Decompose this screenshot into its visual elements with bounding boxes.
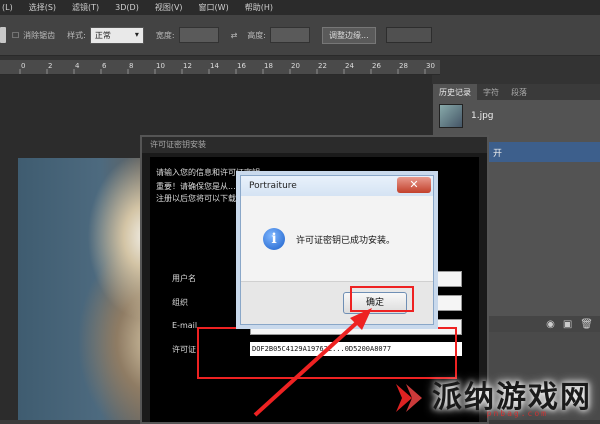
width-option[interactable]: 宽度: xyxy=(156,27,219,43)
history-snapshot[interactable]: 1.jpg xyxy=(433,100,600,132)
ruler-tick-label: 2 xyxy=(48,62,52,70)
camera-icon[interactable]: ◉ xyxy=(546,319,555,330)
ok-highlight-box xyxy=(350,286,414,312)
tab-history[interactable]: 历史记录 xyxy=(433,84,477,100)
style-option[interactable]: 样式: 正常 ▾ xyxy=(67,26,144,44)
watermark-domain: pnbag.com xyxy=(486,409,548,418)
ruler-tick-label: 28 xyxy=(399,62,408,70)
ruler-tick-label: 20 xyxy=(291,62,300,70)
height-option[interactable]: 高度: xyxy=(247,27,310,43)
antialias-option[interactable]: ☐ 消除锯齿 xyxy=(12,30,55,41)
new-doc-icon[interactable]: ▣ xyxy=(563,319,572,330)
ruler-tick-label: 4 xyxy=(75,62,80,70)
horizontal-ruler: 0 2 4 6 8 10 12 14 16 18 20 22 24 26 28 30 xyxy=(0,60,440,75)
trash-icon[interactable]: 🗑 xyxy=(580,319,593,330)
license-label: 许可证 xyxy=(172,345,196,354)
ruler-tick-label: 18 xyxy=(264,62,273,70)
ruler-tick-label: 16 xyxy=(237,62,246,70)
chevron-down-icon: ▾ xyxy=(134,29,139,39)
tab-paragraph[interactable]: 段落 xyxy=(505,84,533,100)
menu-item[interactable]: 选择(S) xyxy=(29,2,56,13)
close-button[interactable]: ✕ xyxy=(397,177,431,193)
height-field[interactable] xyxy=(269,27,310,43)
tool-preset-swatch[interactable] xyxy=(0,27,6,43)
info-icon: i xyxy=(263,228,285,250)
menu-item[interactable]: (L) xyxy=(2,3,13,12)
ruler-tick-label: 6 xyxy=(102,62,107,70)
menu-item[interactable]: 滤镜(T) xyxy=(72,2,99,13)
license-dialog-title: 许可证密钥安装 xyxy=(142,137,487,153)
workspace-select[interactable] xyxy=(385,27,432,43)
ruler-tick-label: 0 xyxy=(21,62,25,70)
email-label: E-mail xyxy=(172,321,198,330)
panel-tabs: 历史记录 字符 段落 xyxy=(433,84,600,100)
site-watermark: 派纳游戏网 pnbag.com xyxy=(390,380,592,418)
ruler-tick-label: 8 xyxy=(129,62,133,70)
menu-item[interactable]: 帮助(H) xyxy=(245,2,273,13)
snapshot-thumbnail xyxy=(439,104,463,128)
ruler-tick-label: 26 xyxy=(372,62,381,70)
username-label: 用户名 xyxy=(172,274,196,283)
menu-bar: (L) 选择(S) 滤镜(T) 3D(D) 视图(V) 窗口(W) 帮助(H) xyxy=(0,0,600,15)
menu-item[interactable]: 3D(D) xyxy=(115,3,139,12)
tab-character[interactable]: 字符 xyxy=(477,84,505,100)
ruler-tick-label: 22 xyxy=(318,62,327,70)
organization-label: 组织 xyxy=(172,298,188,307)
menu-item[interactable]: 视图(V) xyxy=(155,2,183,13)
ruler-tick-label: 10 xyxy=(156,62,165,70)
ruler-tick-label: 30 xyxy=(426,62,435,70)
intro-text-2: 重要！请确保您是从... xyxy=(156,182,236,191)
watermark-logo-icon xyxy=(396,384,422,412)
menu-item[interactable]: 窗口(W) xyxy=(199,2,229,13)
ruler-tick-label: 12 xyxy=(183,62,192,70)
width-field[interactable] xyxy=(178,27,219,43)
intro-text-3: 注册以后您将可以下载... xyxy=(156,194,244,203)
ruler-tick-label: 24 xyxy=(345,62,354,70)
swap-icon[interactable]: ⇄ xyxy=(231,31,238,40)
ruler-tick-label: 14 xyxy=(210,62,219,70)
license-highlight-box xyxy=(197,327,457,379)
options-bar: ☐ 消除锯齿 样式: 正常 ▾ 宽度: ⇄ 高度: 调整边缘... xyxy=(0,15,600,56)
antialias-checkbox[interactable]: ☐ xyxy=(12,31,19,40)
style-select[interactable]: 正常 ▾ xyxy=(89,26,144,44)
refine-edge-button[interactable]: 调整边缘... xyxy=(321,26,376,44)
success-message: 许可证密钥已成功安装。 xyxy=(296,236,396,246)
